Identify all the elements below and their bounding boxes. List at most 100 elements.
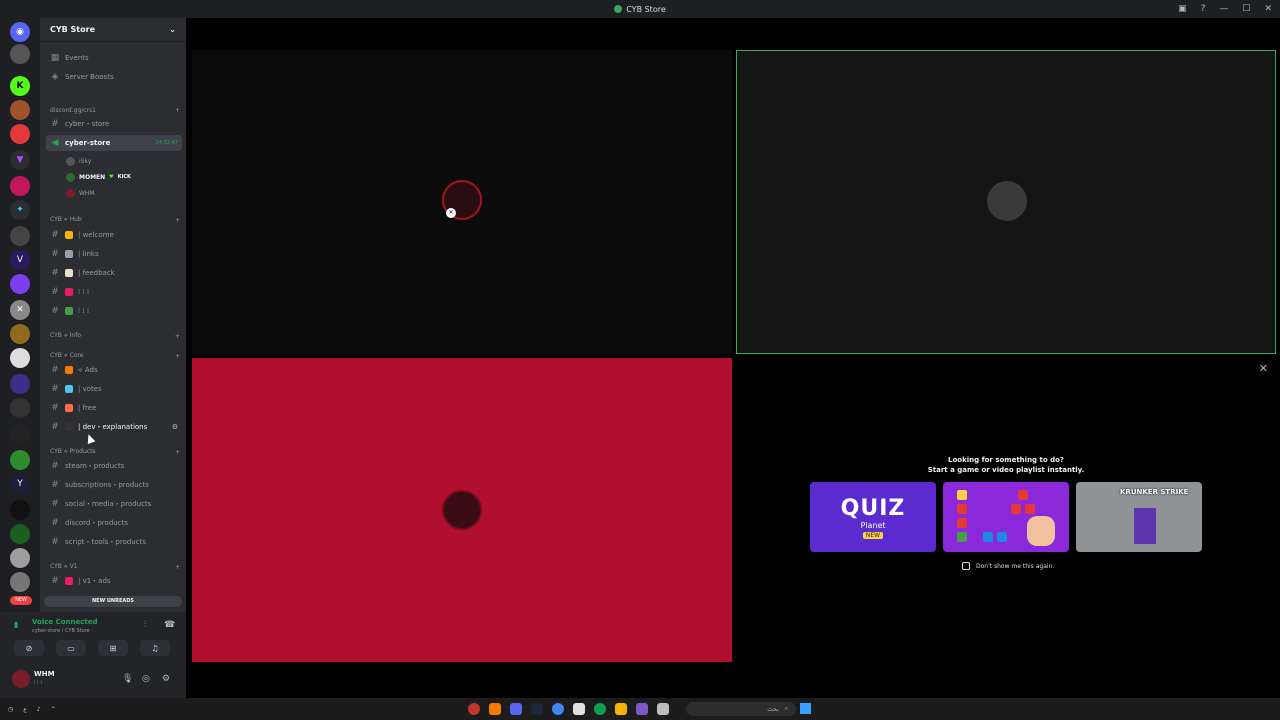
guild-header[interactable]: CYB Store ⌄ <box>40 18 186 42</box>
app-icon[interactable] <box>573 703 585 715</box>
taskbar-search[interactable]: بحث ⌕ <box>686 702 796 716</box>
channel-subscriptions-products[interactable]: # subscriptions・products <box>46 477 182 493</box>
server-icon-15[interactable] <box>10 424 30 444</box>
channel-free[interactable]: # | free <box>46 400 182 416</box>
category-core[interactable]: CYB ⟡ Core + <box>50 350 180 362</box>
video-tile-whm[interactable] <box>192 358 732 662</box>
add-channel-icon[interactable]: + <box>175 333 180 340</box>
chrome-icon[interactable] <box>552 703 564 715</box>
channel-delivered[interactable]: # ⁞ ⁞ ⁞ <box>46 303 182 319</box>
server-icon-18[interactable] <box>10 500 30 520</box>
add-channel-icon[interactable]: + <box>175 217 180 224</box>
category-hub[interactable]: CYB ⟡ Hub + <box>50 214 180 226</box>
server-icon-9[interactable] <box>10 274 30 294</box>
channel-steam-products[interactable]: # steam・products <box>46 458 182 474</box>
clock-icon[interactable]: ◷ <box>8 706 13 713</box>
server-icon-10[interactable]: ✕ <box>10 300 30 320</box>
server-icon-kick[interactable]: K <box>10 76 30 96</box>
server-icon-7[interactable] <box>10 226 30 246</box>
server-icon-8[interactable]: V <box>10 250 30 270</box>
category-v1[interactable]: CYB ⟡ V1 + <box>50 561 180 573</box>
soundboard-button[interactable]: ♫ <box>140 640 170 656</box>
video-tile-momen[interactable] <box>736 50 1276 354</box>
activity-card-quiz-planet[interactable]: QUIZ Planet NEW <box>810 482 936 552</box>
server-icon-12[interactable] <box>10 348 30 368</box>
channel-links[interactable]: # | links <box>46 246 182 262</box>
headphones-icon[interactable]: ◎ <box>142 674 150 684</box>
settings-gear-icon[interactable]: ⚙ <box>172 423 178 431</box>
channel-feedback[interactable]: # | feedback <box>46 265 182 281</box>
network-icon[interactable]: ⌃ <box>51 706 56 713</box>
voice-channel-cyber-store[interactable]: ◀ cyber-store 24:52:47 <box>46 135 182 151</box>
noise-suppression-icon[interactable]: ⫶ <box>144 620 146 630</box>
minimize-button[interactable]: — <box>1219 4 1228 14</box>
channel-ads[interactable]: # ⟡ Ads <box>46 362 182 378</box>
channel-dev-explanations[interactable]: # | dev・explanations ⚙ <box>46 419 182 435</box>
server-icon-11[interactable] <box>10 324 30 344</box>
channel-discord-products[interactable]: # discord・products <box>46 515 182 531</box>
new-unreads-button[interactable]: NEW UNREADS <box>44 596 182 607</box>
avatar[interactable] <box>12 670 30 688</box>
app-icon[interactable] <box>489 703 501 715</box>
server-icon-13[interactable] <box>10 374 30 394</box>
add-channel-icon[interactable]: + <box>175 449 180 456</box>
steam-icon[interactable] <box>531 703 543 715</box>
category-info[interactable]: CYB ⟡ Info + <box>50 330 180 342</box>
camera-off-button[interactable]: ⊘ <box>14 640 44 656</box>
category-invite[interactable]: discord.gg/crs1 + <box>50 104 180 116</box>
channel-v1-ads[interactable]: # | v1・ads <box>46 573 182 589</box>
close-icon[interactable]: ✕ <box>1259 362 1268 375</box>
username[interactable]: WHM <box>34 670 55 678</box>
server-icon-1[interactable] <box>10 44 30 64</box>
server-icon-17[interactable]: Y <box>10 474 30 494</box>
dont-show-again[interactable]: Don't show me this again. <box>962 562 1054 570</box>
edge-icon[interactable] <box>594 703 606 715</box>
voice-user-isky[interactable]: iSky <box>66 154 91 168</box>
channel-script-tools-products[interactable]: # script・tools・products <box>46 534 182 550</box>
language-icon[interactable]: ع <box>23 706 27 713</box>
server-icon-4[interactable]: ▼ <box>10 150 30 170</box>
activity-card-krunker-strike[interactable]: KRUNKER STRIKE <box>1076 482 1202 552</box>
voice-user-whm[interactable]: WHM <box>66 186 95 200</box>
video-tile-isky[interactable]: ✕ <box>192 50 732 354</box>
app-icon[interactable] <box>636 703 648 715</box>
server-icon-3[interactable] <box>10 124 30 144</box>
channel-welcome[interactable]: # | welcome <box>46 227 182 243</box>
close-button[interactable]: ✕ <box>1264 4 1272 14</box>
activities-button[interactable]: ⊞ <box>98 640 128 656</box>
windows-start-icon[interactable] <box>800 703 811 714</box>
server-icon-2[interactable] <box>10 100 30 120</box>
activity-card-blocks[interactable] <box>943 482 1069 552</box>
server-icon-19[interactable] <box>10 524 30 544</box>
microphone-icon[interactable]: 🎙 <box>122 674 133 684</box>
server-icon-5[interactable] <box>10 176 30 196</box>
signal-icon[interactable]: ▮ <box>14 620 18 629</box>
help-icon[interactable]: ? <box>1201 4 1206 14</box>
events-item[interactable]: ▦ Events <box>46 50 182 66</box>
channel-social-media-products[interactable]: # social・media・products <box>46 496 182 512</box>
channel-thanks[interactable]: # ⁞ ⁞ ⁞ <box>46 284 182 300</box>
voice-user-momen[interactable]: MOMEN ♥ KICK <box>66 170 131 184</box>
channel-cyber-store[interactable]: # cyber・store <box>46 116 182 132</box>
file-explorer-icon[interactable] <box>615 703 627 715</box>
add-channel-icon[interactable]: + <box>175 564 180 571</box>
server-icon-21[interactable] <box>10 572 30 592</box>
server-icon-6[interactable]: ✦ <box>10 200 30 220</box>
server-icon-14[interactable] <box>10 398 30 418</box>
server-icon-16[interactable] <box>10 450 30 470</box>
channel-votes[interactable]: # | votes <box>46 381 182 397</box>
user-settings-icon[interactable]: ⚙ <box>162 674 170 684</box>
screen-share-button[interactable]: ▭ <box>56 640 86 656</box>
app-icon[interactable] <box>657 703 669 715</box>
discord-home-icon[interactable]: ◉ <box>10 22 30 42</box>
maximize-button[interactable]: ☐ <box>1242 4 1250 14</box>
disconnect-icon[interactable]: ☎ <box>164 620 175 630</box>
inbox-icon[interactable]: ▣ <box>1178 4 1187 14</box>
discord-taskbar-icon[interactable] <box>510 703 522 715</box>
add-channel-icon[interactable]: + <box>175 353 180 360</box>
voice-location[interactable]: cyber-store / CYB Store <box>32 628 90 634</box>
category-products[interactable]: CYB ⟡ Products + <box>50 446 180 458</box>
volume-icon[interactable]: ♪ <box>37 706 41 713</box>
voice-status[interactable]: Voice Connected <box>32 618 98 626</box>
server-icon-20[interactable] <box>10 548 30 568</box>
